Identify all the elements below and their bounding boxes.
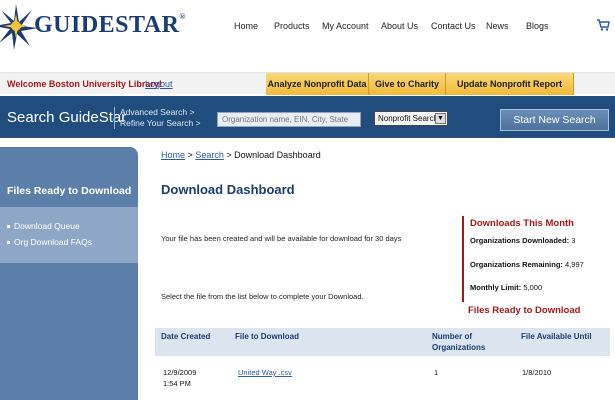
tab-update-nonprofit-report[interactable]: Update Nonprofit Report [446,73,574,95]
nav-news[interactable]: News [486,21,509,31]
stat-limit: Monthly Limit: 5,000 [470,283,543,292]
stat-remaining: Organizations Remaining: 4,997 [470,260,584,269]
logout-link[interactable]: Logout [145,79,173,89]
stat-downloaded: Organizations Downloaded: 3 [470,236,576,245]
select-file-instruction: Select the file from the list below to c… [161,292,364,301]
nav-home[interactable]: Home [234,21,258,31]
sidebar-title: Files Ready to Download [7,185,132,197]
tab-give-to-charity[interactable]: Give to Charity [369,73,446,95]
advanced-search-link[interactable]: Advanced Search > [120,107,201,118]
search-input[interactable] [217,112,361,127]
sidebar-item-download-queue[interactable]: Download Queue [7,221,80,231]
sidebar-links: Download Queue Org Download FAQs [0,207,138,263]
sidebar: Files Ready to Download Download Queue O… [0,147,138,400]
refine-search-link[interactable]: Refine Your Search > [120,118,201,129]
breadcrumb-search[interactable]: Search [195,150,224,160]
breadcrumb-separator: > [226,150,232,160]
row-count: 1 [434,368,439,377]
row-available-until: 1/8/2010 [522,368,552,377]
breadcrumb-current: Download Dashboard [234,150,321,160]
header: GUIDESTAR® Home Products My Account Abou… [0,0,615,64]
shopping-cart-icon[interactable] [596,18,610,32]
breadcrumb: Home > Search > Download Dashboard [161,150,321,160]
search-type-select[interactable]: Nonprofit Search ▼ [374,111,448,126]
search-title: Search GuideStar [7,109,127,126]
nav-products[interactable]: Products [274,21,310,31]
breadcrumb-separator: > [187,150,193,160]
header-number-of: Number of [432,332,472,341]
sidebar-item-org-download-faqs[interactable]: Org Download FAQs [7,237,92,247]
yellow-tabs: Analyze Nonprofit Data Give to Charity U… [266,73,574,95]
bullet-icon [7,225,10,229]
files-ready-heading: Files Ready to Download [468,305,581,316]
downloads-stats-panel: Downloads This Month Organizations Downl… [462,216,615,302]
welcome-message: Welcome Boston University Library! [7,79,162,89]
header-date-created: Date Created [161,332,211,341]
logo-text[interactable]: GUIDESTAR® [34,12,186,39]
search-type-value: Nonprofit Search [378,114,439,123]
start-new-search-button[interactable]: Start New Search [500,109,609,131]
welcome-bar: Welcome Boston University Library! Logou… [0,72,615,95]
table-header: Date Created File to Download Number of … [155,328,610,356]
breadcrumb-home[interactable]: Home [161,150,185,160]
tab-analyze-nonprofit-data[interactable]: Analyze Nonprofit Data [266,73,369,95]
nav-contact-us[interactable]: Contact Us [431,21,476,31]
row-time: 1:54 PM [163,379,191,388]
header-file-to-download: File to Download [235,332,299,341]
stats-title: Downloads This Month [470,218,574,229]
nav-blogs[interactable]: Blogs [526,21,549,31]
nav-my-account[interactable]: My Account [322,21,369,31]
search-links: Advanced Search > Refine Your Search > [114,107,201,129]
chevron-down-icon[interactable]: ▼ [435,113,446,124]
header-file-available-until: File Available Until [521,332,592,341]
bullet-icon [7,241,10,245]
header-organizations: Organizations [432,343,486,352]
row-file-link[interactable]: United Way .csv [238,367,292,378]
row-date: 12/9/2009 [163,368,197,377]
nav-about-us[interactable]: About Us [381,21,418,31]
page-title: Download Dashboard [161,182,295,197]
file-created-message: Your file has been created and will be a… [161,234,402,243]
